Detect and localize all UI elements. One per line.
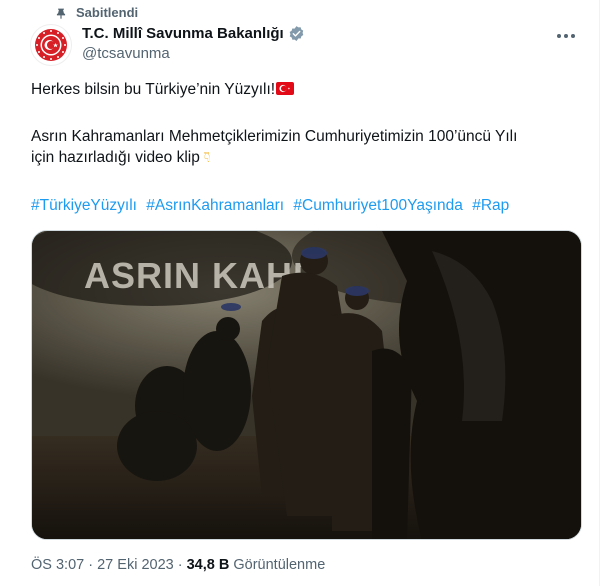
more-options-icon[interactable] — [553, 26, 579, 46]
ministry-emblem-icon — [35, 29, 67, 61]
meta-separator: · — [177, 557, 183, 573]
tweet-text-video-clip: için hazırladığı video klip — [31, 149, 200, 166]
backhand-index-pointing-down-icon: 👇︎ — [203, 149, 211, 166]
video-thumbnail: ASRIN KAHR — [32, 231, 581, 539]
author-name-row[interactable]: T.C. Millî Savunma Bakanlığı — [82, 25, 305, 42]
verified-badge-icon[interactable] — [288, 25, 305, 42]
views-label: Görüntülenme — [233, 557, 326, 573]
views-count: 34,8 B — [186, 557, 230, 573]
meta-separator: · — [88, 557, 94, 573]
tweet-text-intro: Herkes bilsin bu Türkiye’nin Yüzyılı! — [31, 81, 276, 98]
author-handle[interactable]: @tcsavunma — [82, 45, 170, 62]
author-display-name[interactable]: T.C. Millî Savunma Bakanlığı — [82, 25, 284, 42]
tweet-time[interactable]: ÖS 3:07 — [31, 557, 84, 573]
pinned-indicator: Sabitlendi — [54, 5, 138, 20]
avatar[interactable] — [30, 24, 72, 66]
hashtag-link[interactable]: #AsrınKahramanları — [146, 197, 284, 214]
tweet-metadata: ÖS 3:07 · 27 Eki 2023 · 34,8 B Görüntüle… — [31, 557, 325, 573]
pin-icon — [56, 8, 66, 19]
turkish-flag-icon — [276, 82, 295, 95]
video-media[interactable]: ASRIN KAHR — [31, 230, 582, 540]
hashtag-link[interactable]: #Rap — [472, 197, 509, 214]
hashtag-link[interactable]: #Cumhuriyet100Yaşında — [293, 197, 462, 214]
tweet-article[interactable]: Sabitlendi T.C. Millî Savunma Bakanlığı … — [0, 0, 600, 586]
hashtag-list: #TürkiyeYüzyılı #AsrınKahramanları #Cumh… — [31, 195, 576, 216]
tweet-text-line-3: için hazırladığı video klip 👇︎ — [31, 147, 576, 168]
tweet-date[interactable]: 27 Eki 2023 — [97, 557, 174, 573]
tweet-text-line-2: Asrın Kahramanları Mehmetçiklerimizin Cu… — [31, 128, 518, 145]
hashtag-link[interactable]: #TürkiyeYüzyılı — [31, 197, 137, 214]
pinned-label: Sabitlendi — [76, 5, 139, 20]
tweet-text-line-1: Herkes bilsin bu Türkiye’nin Yüzyılı! — [31, 79, 576, 100]
